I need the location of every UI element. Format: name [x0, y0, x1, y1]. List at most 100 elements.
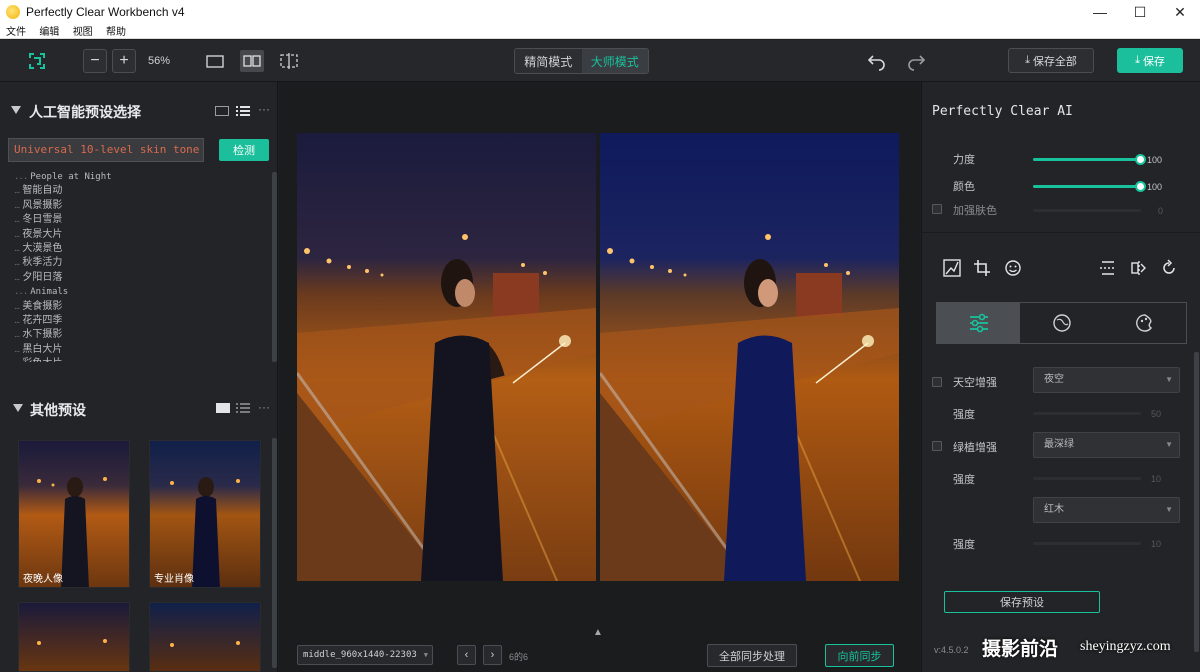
grid-view-icon[interactable] [216, 403, 230, 413]
flip-horizontal-icon[interactable] [1129, 258, 1149, 278]
rotate-icon[interactable] [1159, 258, 1179, 278]
preset-thumbnail[interactable]: 专业肖像 [149, 440, 261, 588]
tree-item[interactable]: ... 大漠景色 [14, 242, 269, 256]
tree-item[interactable]: ... 夜景大片 [14, 228, 269, 242]
more-options-icon[interactable]: ··· [258, 102, 270, 116]
tree-branch-icon: ... [14, 185, 20, 197]
green-enhance-checkbox[interactable] [932, 441, 942, 451]
version-label: v:4.5.0.2 [934, 645, 969, 655]
preset-tree: ... People at Night... 智能自动... 风景摄影... 冬日雪景.… [14, 170, 269, 362]
tree-item[interactable]: ... 花卉四季 [14, 314, 269, 328]
sky-mode-select[interactable]: 夜空 ▼ [1033, 367, 1180, 393]
detect-button[interactable]: 检测 [219, 139, 269, 161]
tab-adjustments[interactable] [937, 303, 1020, 343]
wood-mode-select[interactable]: 红木 ▼ [1033, 497, 1180, 523]
skin-slider[interactable] [1033, 209, 1141, 212]
strength-slider[interactable] [1033, 154, 1146, 165]
thumbs-scrollbar[interactable] [272, 438, 277, 668]
save-all-label: 保存全部 [1032, 55, 1077, 68]
tree-item[interactable]: ...彩色大片 [14, 357, 269, 362]
green-mode-select[interactable]: 最深绿 ▼ [1033, 432, 1180, 458]
face-icon[interactable] [1003, 258, 1023, 278]
collapse-ai-presets-icon[interactable] [11, 106, 21, 114]
sync-all-button[interactable]: 全部同步处理 [707, 644, 797, 667]
sky-strength-slider[interactable] [1033, 412, 1141, 415]
tree-branch-icon: ... [14, 172, 28, 182]
green-strength-slider[interactable] [1033, 477, 1141, 480]
maximize-button[interactable]: ☐ [1120, 0, 1160, 24]
redo-icon[interactable] [905, 51, 927, 71]
menu-edit[interactable]: 编辑 [39, 25, 59, 40]
next-image-button[interactable]: › [483, 645, 502, 665]
wood-strength-label: 强度 [953, 539, 975, 551]
split-view-icon[interactable] [240, 50, 264, 72]
histogram-icon[interactable] [942, 258, 962, 278]
collapse-filmstrip-icon[interactable]: ▲ [593, 627, 603, 638]
grid-view-icon[interactable] [215, 106, 229, 116]
tree-item[interactable]: ... 美食摄影 [14, 300, 269, 314]
wood-strength-slider[interactable] [1033, 542, 1141, 545]
prev-image-button[interactable]: ‹ [457, 645, 476, 665]
slider-knob[interactable] [1135, 154, 1146, 165]
zoom-level: 56% [148, 55, 171, 67]
tree-item-label: 美食摄影 [22, 300, 63, 312]
tree-item[interactable]: ... People at Night [14, 170, 269, 184]
flip-vertical-icon[interactable] [1098, 258, 1118, 278]
tree-branch-icon: ... [14, 329, 20, 341]
preset-thumbnail[interactable]: 夜晚人像 [18, 440, 130, 588]
tab-creative-effects[interactable] [1103, 303, 1186, 343]
tree-scrollbar[interactable] [272, 172, 277, 362]
tree-item[interactable]: ... Animals [14, 285, 269, 299]
collapse-other-presets-icon[interactable] [13, 404, 23, 412]
crop-logo-icon[interactable] [28, 52, 46, 70]
preset-thumbnail[interactable] [149, 602, 261, 672]
chevron-down-icon: ▼ [1165, 375, 1173, 384]
file-select[interactable]: middle_960x1440-22303 ▼ [297, 645, 433, 665]
simple-mode-tab[interactable]: 精简模式 [515, 49, 582, 73]
sky-enhance-checkbox[interactable] [932, 377, 942, 387]
green-strength-value: 10 [1151, 474, 1162, 484]
list-view-icon[interactable] [236, 104, 250, 118]
single-view-icon[interactable] [204, 51, 226, 71]
list-view-icon[interactable] [236, 401, 250, 415]
color-label: 颜色 [953, 181, 975, 193]
save-label: 保存 [1142, 55, 1165, 68]
tab-globe-effects[interactable] [1020, 303, 1103, 343]
original-photo[interactable] [297, 133, 596, 581]
undo-icon[interactable] [866, 51, 888, 71]
tree-item[interactable]: ... 秋季活力 [14, 256, 269, 270]
panel-title: Perfectly Clear AI [932, 104, 1073, 119]
tree-item[interactable]: ... 黑白大片 [14, 343, 269, 357]
tree-branch-icon: ... [14, 199, 20, 211]
color-slider[interactable] [1033, 181, 1146, 192]
tree-item-label: 黑白大片 [22, 343, 63, 355]
menu-file[interactable]: 文件 [6, 25, 26, 40]
zoom-in-button[interactable]: + [112, 49, 136, 73]
compare-view-icon[interactable] [278, 51, 300, 71]
tree-item[interactable]: ... 智能自动 [14, 184, 269, 198]
sync-forward-button[interactable]: 向前同步 [825, 644, 894, 667]
skin-enhance-checkbox[interactable] [932, 204, 942, 214]
more-options-icon[interactable]: ··· [258, 400, 270, 414]
chevron-right-icon: › [490, 649, 495, 661]
master-mode-tab[interactable]: 大师模式 [581, 49, 648, 73]
processed-photo-image [600, 133, 899, 581]
crop-icon[interactable] [972, 258, 992, 278]
tree-item[interactable]: ... 冬日雪景 [14, 213, 269, 227]
tree-item[interactable]: ... 水下摄影 [14, 328, 269, 342]
save-button[interactable]: ⤓ 保存 [1117, 48, 1183, 73]
slider-knob[interactable] [1135, 181, 1146, 192]
zoom-out-button[interactable]: − [83, 49, 107, 73]
minimize-button[interactable]: — [1080, 0, 1120, 24]
tree-item[interactable]: ... 夕阳日落 [14, 271, 269, 285]
processed-photo[interactable] [600, 133, 899, 581]
save-all-button[interactable]: ⤓ 保存全部 [1008, 48, 1094, 73]
menu-view[interactable]: 视图 [73, 25, 93, 40]
preset-search-input[interactable]: Universal 10-level skin tone [8, 138, 204, 162]
menu-help[interactable]: 帮助 [106, 25, 126, 40]
close-button[interactable]: ✕ [1160, 0, 1200, 24]
tree-item[interactable]: ... 风景摄影 [14, 199, 269, 213]
preset-thumbnail[interactable] [18, 602, 130, 672]
panel-scrollbar[interactable] [1194, 352, 1199, 652]
save-preset-button[interactable]: 保存预设 [944, 591, 1100, 613]
